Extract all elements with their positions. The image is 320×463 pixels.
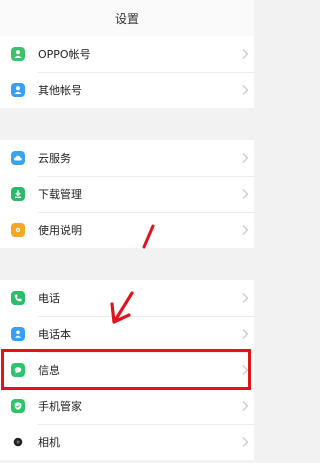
chevron-right-icon [242,189,249,200]
chevron-right-icon [242,437,249,448]
cloud-icon [11,151,25,165]
settings-item-label: 其他帐号 [38,84,82,97]
chevron-right-icon [242,85,249,96]
message-icon [11,363,25,377]
settings-item-phone-manager[interactable]: 手机管家 [0,388,254,424]
settings-item-camera[interactable]: 相机 [0,424,254,460]
settings-item-oppo-account[interactable]: OPPO帐号 [0,36,254,72]
account-group: OPPO帐号 其他帐号 [0,36,254,108]
settings-item-label: 信息 [38,364,60,377]
settings-item-phone[interactable]: 电话 [0,280,254,316]
shield-icon [11,399,25,413]
chevron-right-icon [242,153,249,164]
chevron-right-icon [242,329,249,340]
settings-item-label: 电话本 [38,328,71,341]
settings-item-other-accounts[interactable]: 其他帐号 [0,72,254,108]
user-icon [11,83,25,97]
settings-item-user-guide[interactable]: 使用说明 [0,212,254,248]
settings-item-label: 手机管家 [38,400,82,413]
apps-group: 电话 电话本 信息 手机管家 相机 [0,280,254,460]
help-icon [11,223,25,237]
title-bar: 设置 [0,0,254,37]
chevron-right-icon [242,49,249,60]
settings-item-label: 电话 [38,292,60,305]
settings-item-cloud-service[interactable]: 云服务 [0,140,254,176]
chevron-right-icon [242,401,249,412]
settings-item-label: 相机 [38,436,60,449]
phone-icon [11,291,25,305]
settings-item-label: 使用说明 [38,224,82,237]
chevron-right-icon [242,293,249,304]
settings-item-label: OPPO帐号 [38,48,91,61]
settings-item-label: 下载管理 [38,188,82,201]
chevron-right-icon [242,365,249,376]
settings-item-label: 云服务 [38,152,71,165]
service-group: 云服务 下载管理 使用说明 [0,140,254,248]
chevron-right-icon [242,225,249,236]
settings-item-messages[interactable]: 信息 [0,352,254,388]
settings-item-contacts[interactable]: 电话本 [0,316,254,352]
user-icon [11,47,25,61]
settings-item-download-manager[interactable]: 下载管理 [0,176,254,212]
page-title: 设置 [114,11,139,26]
download-icon [11,187,25,201]
contacts-icon [11,327,25,341]
camera-icon [11,435,25,449]
